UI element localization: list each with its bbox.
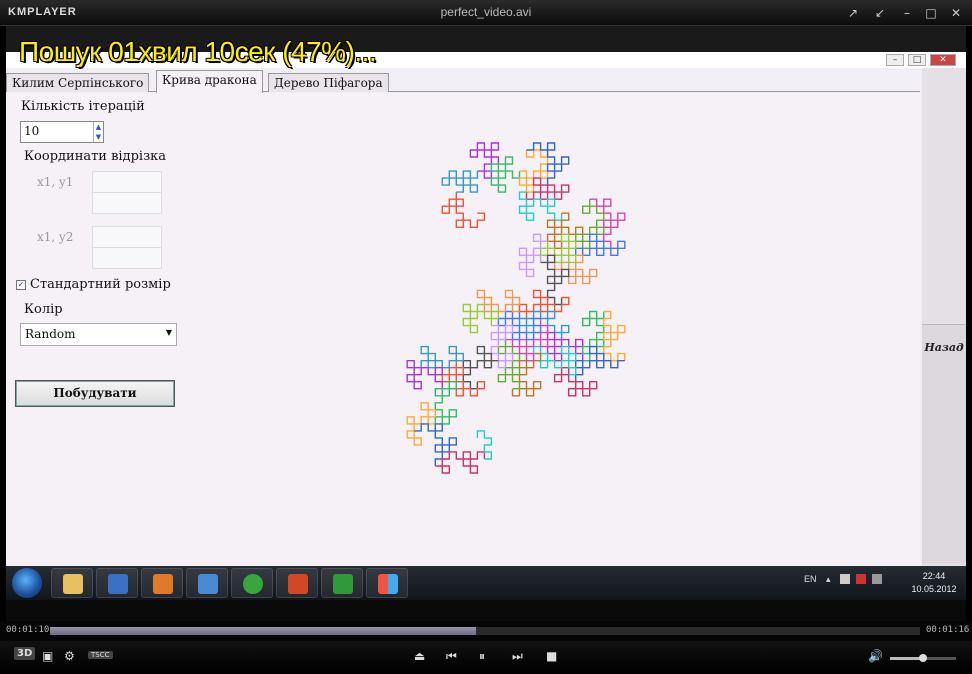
dragon-curve-segment <box>406 360 443 390</box>
capture-icon[interactable]: ▣ <box>42 649 53 663</box>
settings-gear-icon[interactable]: ⚙ <box>64 649 75 663</box>
standard-size-label: Стандартний розмір <box>30 277 171 292</box>
app-minimize-button[interactable]: – <box>886 54 904 66</box>
player-controls: 3D ▣ ⚙ TSCC ⏏ ⏮ ⏸ ⏭ ■ 🔊 <box>0 641 972 674</box>
taskbar-camtasia-icon[interactable] <box>321 568 363 598</box>
volume-slider[interactable] <box>890 654 956 662</box>
minimize-icon[interactable]: – <box>897 4 917 22</box>
codec-badge: TSCC <box>88 651 113 659</box>
restore-icon[interactable]: ↙ <box>870 4 890 22</box>
x2-input[interactable] <box>92 226 162 248</box>
app-maximize-button[interactable]: □ <box>908 54 926 66</box>
y2-input[interactable] <box>92 247 162 269</box>
tray-arrow-icon[interactable]: ▴ <box>826 574 831 585</box>
dragon-curve-segment <box>469 142 500 179</box>
video-frame[interactable]: – □ ✕ Килим Серпінського Крива дракона Д… <box>6 26 966 621</box>
tray-volume-icon[interactable] <box>872 574 882 584</box>
seek-track[interactable] <box>50 627 920 635</box>
dragon-curve-segment <box>434 381 457 425</box>
3d-button[interactable]: 3D <box>14 647 36 660</box>
color-select-value: Random <box>25 327 76 341</box>
language-indicator[interactable]: EN <box>804 574 817 584</box>
clock[interactable]: 22:44 10.05.2012 <box>906 570 962 596</box>
taskbar-app-icon[interactable] <box>366 568 408 598</box>
video-bottom-strip <box>6 600 966 621</box>
dragon-curve-panel: Кількість ітерацій 10 ▲ ▼ Координати відр… <box>6 93 920 566</box>
dragon-curve-segment <box>462 303 500 334</box>
tray-flag-icon[interactable] <box>840 574 850 584</box>
iterations-label: Кількість ітерацій <box>21 99 145 114</box>
seek-osd-text: Пошук 01хвил 10сек (47%)... <box>19 36 377 67</box>
color-select[interactable]: Random ▼ <box>20 323 177 346</box>
tray-network-icon[interactable] <box>856 574 866 584</box>
volume-knob[interactable] <box>919 654 927 662</box>
x1y2-label: x1, y2 <box>37 230 74 244</box>
clock-date: 10.05.2012 <box>911 584 957 594</box>
dragon-curve-segment <box>441 192 486 228</box>
stop-icon[interactable]: ■ <box>546 649 557 663</box>
dragon-curve-segment <box>546 212 584 249</box>
elapsed-time: 00:01:10 <box>6 625 50 635</box>
windows-taskbar: EN ▴ 22:44 10.05.2012 <box>6 566 966 600</box>
volume-icon[interactable]: 🔊 <box>868 649 883 663</box>
seek-bar: 00:01:10 00:01:16 <box>0 621 972 641</box>
build-button[interactable]: Побудувати <box>15 380 175 407</box>
next-icon[interactable]: ⏭ <box>512 649 523 664</box>
dragon-curve-segment <box>441 170 479 193</box>
taskbar-save-icon[interactable] <box>96 568 138 598</box>
tab-sierpinski-carpet[interactable]: Килим Серпінського <box>6 73 150 92</box>
iterations-input[interactable]: 10 ▲ ▼ <box>20 121 104 143</box>
previous-icon[interactable]: ⏮ <box>446 649 457 664</box>
taskbar-powerpoint-icon[interactable] <box>276 568 318 598</box>
dragon-curve-segment <box>476 289 521 313</box>
y1-input[interactable] <box>92 192 162 214</box>
eject-icon[interactable]: ⏏ <box>414 649 425 663</box>
taskbar-explorer-icon[interactable] <box>51 568 93 598</box>
pin-icon[interactable]: ↗ <box>843 4 863 22</box>
color-label: Колір <box>24 302 63 317</box>
tab-pythagoras-tree[interactable]: Дерево Піфагора <box>268 73 389 92</box>
iterations-value: 10 <box>24 124 40 138</box>
dragon-curve-canvas <box>406 142 626 474</box>
standard-size-checkbox[interactable]: ✓ <box>16 280 26 290</box>
seek-progress <box>50 627 477 635</box>
start-button-icon[interactable] <box>12 568 42 598</box>
pause-icon[interactable]: ⏸ <box>479 649 485 664</box>
taskbar-utorrent-icon[interactable] <box>231 568 273 598</box>
tab-strip: Килим Серпінського Крива дракона Дерево … <box>6 70 920 93</box>
maximize-icon[interactable]: □ <box>921 4 941 22</box>
x1-input[interactable] <box>92 171 162 193</box>
dragon-curve-segment <box>603 310 626 362</box>
coords-label: Координати відрізка <box>24 149 167 164</box>
chevron-down-icon: ▼ <box>165 328 172 337</box>
window-title: perfect_video.avi <box>440 5 532 19</box>
app-close-button[interactable]: ✕ <box>930 54 956 66</box>
clock-time: 22:44 <box>922 571 946 581</box>
tab-dragon-curve[interactable]: Крива дракона <box>156 70 263 93</box>
player-title-bar: KMPLAYER perfect_video.avi ↗ ↙ – □ ✕ <box>0 0 972 26</box>
x1y1-label: x1, y1 <box>37 175 74 189</box>
iterations-stepper[interactable]: ▲ ▼ <box>93 122 103 142</box>
dragon-curve-segment <box>518 289 570 319</box>
close-icon[interactable]: ✕ <box>946 4 966 22</box>
total-time: 00:01:16 <box>926 625 970 635</box>
back-button[interactable]: Назад <box>922 324 966 564</box>
dragon-curve-segment <box>490 156 521 193</box>
taskbar-media-icon[interactable] <box>141 568 183 598</box>
taskbar-network-icon[interactable] <box>186 568 228 598</box>
fractal-app-window: – □ ✕ Килим Серпінського Крива дракона Д… <box>6 52 966 566</box>
